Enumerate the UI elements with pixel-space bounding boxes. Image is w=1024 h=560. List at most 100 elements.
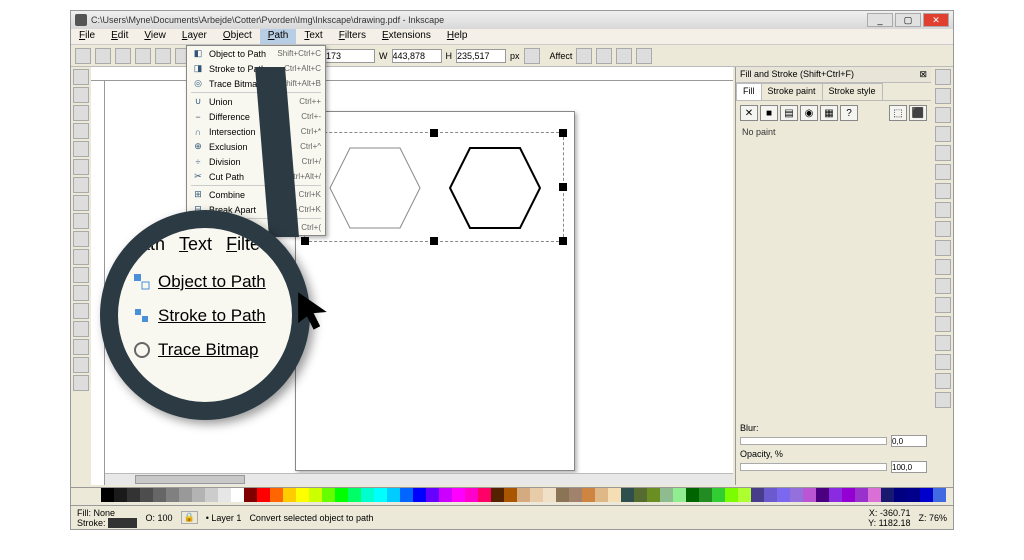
paint-type-button[interactable]: ▦ (820, 105, 838, 121)
color-swatch[interactable] (101, 488, 114, 502)
selection-box[interactable] (304, 132, 564, 242)
color-swatch[interactable] (530, 488, 543, 502)
color-swatch[interactable] (725, 488, 738, 502)
toolbar-button[interactable] (135, 48, 151, 64)
color-swatch[interactable] (127, 488, 140, 502)
menu-text[interactable]: Text (296, 29, 330, 44)
color-swatch[interactable] (855, 488, 868, 502)
close-button[interactable]: ✕ (923, 13, 949, 27)
handle-mr[interactable] (559, 183, 567, 191)
cmd-icon[interactable] (935, 354, 951, 370)
color-swatch[interactable] (556, 488, 569, 502)
cmd-icon[interactable] (935, 221, 951, 237)
hexagon-shape[interactable] (325, 143, 425, 233)
zoom-item-object-to-path[interactable]: Object to Path (132, 272, 266, 292)
color-swatch[interactable] (335, 488, 348, 502)
toolbar-button[interactable] (95, 48, 111, 64)
tool-star-icon[interactable] (73, 177, 89, 193)
color-swatch[interactable] (491, 488, 504, 502)
menu-edit[interactable]: Edit (103, 29, 136, 44)
color-swatch[interactable] (244, 488, 257, 502)
tool-calligraphy-icon[interactable] (73, 249, 89, 265)
color-swatch[interactable] (413, 488, 426, 502)
layer-selector[interactable]: • Layer 1 (206, 513, 242, 523)
color-swatch[interactable] (634, 488, 647, 502)
color-swatch[interactable] (179, 488, 192, 502)
color-swatch[interactable] (647, 488, 660, 502)
x-input[interactable] (325, 49, 375, 63)
handle-bm[interactable] (430, 237, 438, 245)
color-swatch[interactable] (881, 488, 894, 502)
blur-slider[interactable] (740, 437, 887, 445)
blur-input[interactable] (891, 435, 927, 447)
maximize-button[interactable]: ▢ (895, 13, 921, 27)
color-swatch[interactable] (309, 488, 322, 502)
color-swatch[interactable] (712, 488, 725, 502)
menu-path[interactable]: Path (260, 29, 297, 44)
color-swatch[interactable] (140, 488, 153, 502)
color-swatch[interactable] (868, 488, 881, 502)
cmd-icon[interactable] (935, 392, 951, 408)
affect-button[interactable] (596, 48, 612, 64)
paint-type-button[interactable]: ? (840, 105, 858, 121)
color-swatch[interactable] (166, 488, 179, 502)
cmd-icon[interactable] (935, 373, 951, 389)
paint-type-button[interactable]: ■ (760, 105, 778, 121)
tool-ellipse-icon[interactable] (73, 159, 89, 175)
color-swatch[interactable] (699, 488, 712, 502)
paint-type-button[interactable]: ⬚ (889, 105, 907, 121)
color-swatch[interactable] (283, 488, 296, 502)
color-swatch[interactable] (452, 488, 465, 502)
hexagon-shape[interactable] (445, 143, 545, 233)
scrollbar-horizontal[interactable] (105, 473, 733, 485)
color-swatch[interactable] (816, 488, 829, 502)
color-swatch[interactable] (348, 488, 361, 502)
cmd-icon[interactable] (935, 164, 951, 180)
status-opacity-value[interactable]: 100 (158, 513, 173, 523)
tab-fill[interactable]: Fill (736, 83, 762, 100)
color-swatch[interactable] (673, 488, 686, 502)
color-swatch[interactable] (361, 488, 374, 502)
menu-item-object-to-path[interactable]: ◧Object to PathShift+Ctrl+C (187, 46, 325, 61)
color-swatch[interactable] (231, 488, 244, 502)
paint-type-button[interactable]: ✕ (740, 105, 758, 121)
tool-spray-icon[interactable] (73, 285, 89, 301)
color-swatch[interactable] (777, 488, 790, 502)
color-swatch[interactable] (426, 488, 439, 502)
cmd-icon[interactable] (935, 145, 951, 161)
color-swatch[interactable] (751, 488, 764, 502)
tool-spiral-icon[interactable] (73, 195, 89, 211)
color-swatch[interactable] (738, 488, 751, 502)
tool-zoom-icon[interactable] (73, 105, 89, 121)
color-swatch[interactable] (764, 488, 777, 502)
color-swatch[interactable] (478, 488, 491, 502)
color-swatch[interactable] (920, 488, 933, 502)
paint-type-button[interactable]: ⬛ (909, 105, 927, 121)
tab-stroke-style[interactable]: Stroke style (822, 83, 883, 100)
tool-text-icon[interactable] (73, 267, 89, 283)
tool-connector-icon[interactable] (73, 375, 89, 391)
status-stroke-swatch[interactable]: ■ (108, 518, 137, 528)
color-swatch[interactable] (829, 488, 842, 502)
tool-gradient-icon[interactable] (73, 339, 89, 355)
menu-layer[interactable]: Layer (174, 29, 215, 44)
menu-filters[interactable]: Filters (331, 29, 374, 44)
handle-tr[interactable] (559, 129, 567, 137)
color-swatch[interactable] (153, 488, 166, 502)
cmd-icon[interactable] (935, 88, 951, 104)
menu-help[interactable]: Help (439, 29, 476, 44)
affect-button[interactable] (636, 48, 652, 64)
cmd-icon[interactable] (935, 202, 951, 218)
color-swatch[interactable] (582, 488, 595, 502)
color-swatch[interactable] (374, 488, 387, 502)
affect-button[interactable] (576, 48, 592, 64)
cmd-icon[interactable] (935, 297, 951, 313)
cmd-icon[interactable] (935, 107, 951, 123)
cmd-icon[interactable] (935, 69, 951, 85)
tool-bezier-icon[interactable] (73, 231, 89, 247)
handle-bl[interactable] (301, 237, 309, 245)
color-swatch[interactable] (660, 488, 673, 502)
toolbar-button[interactable] (75, 48, 91, 64)
menu-extensions[interactable]: Extensions (374, 29, 439, 44)
toolbar-button[interactable] (155, 48, 171, 64)
